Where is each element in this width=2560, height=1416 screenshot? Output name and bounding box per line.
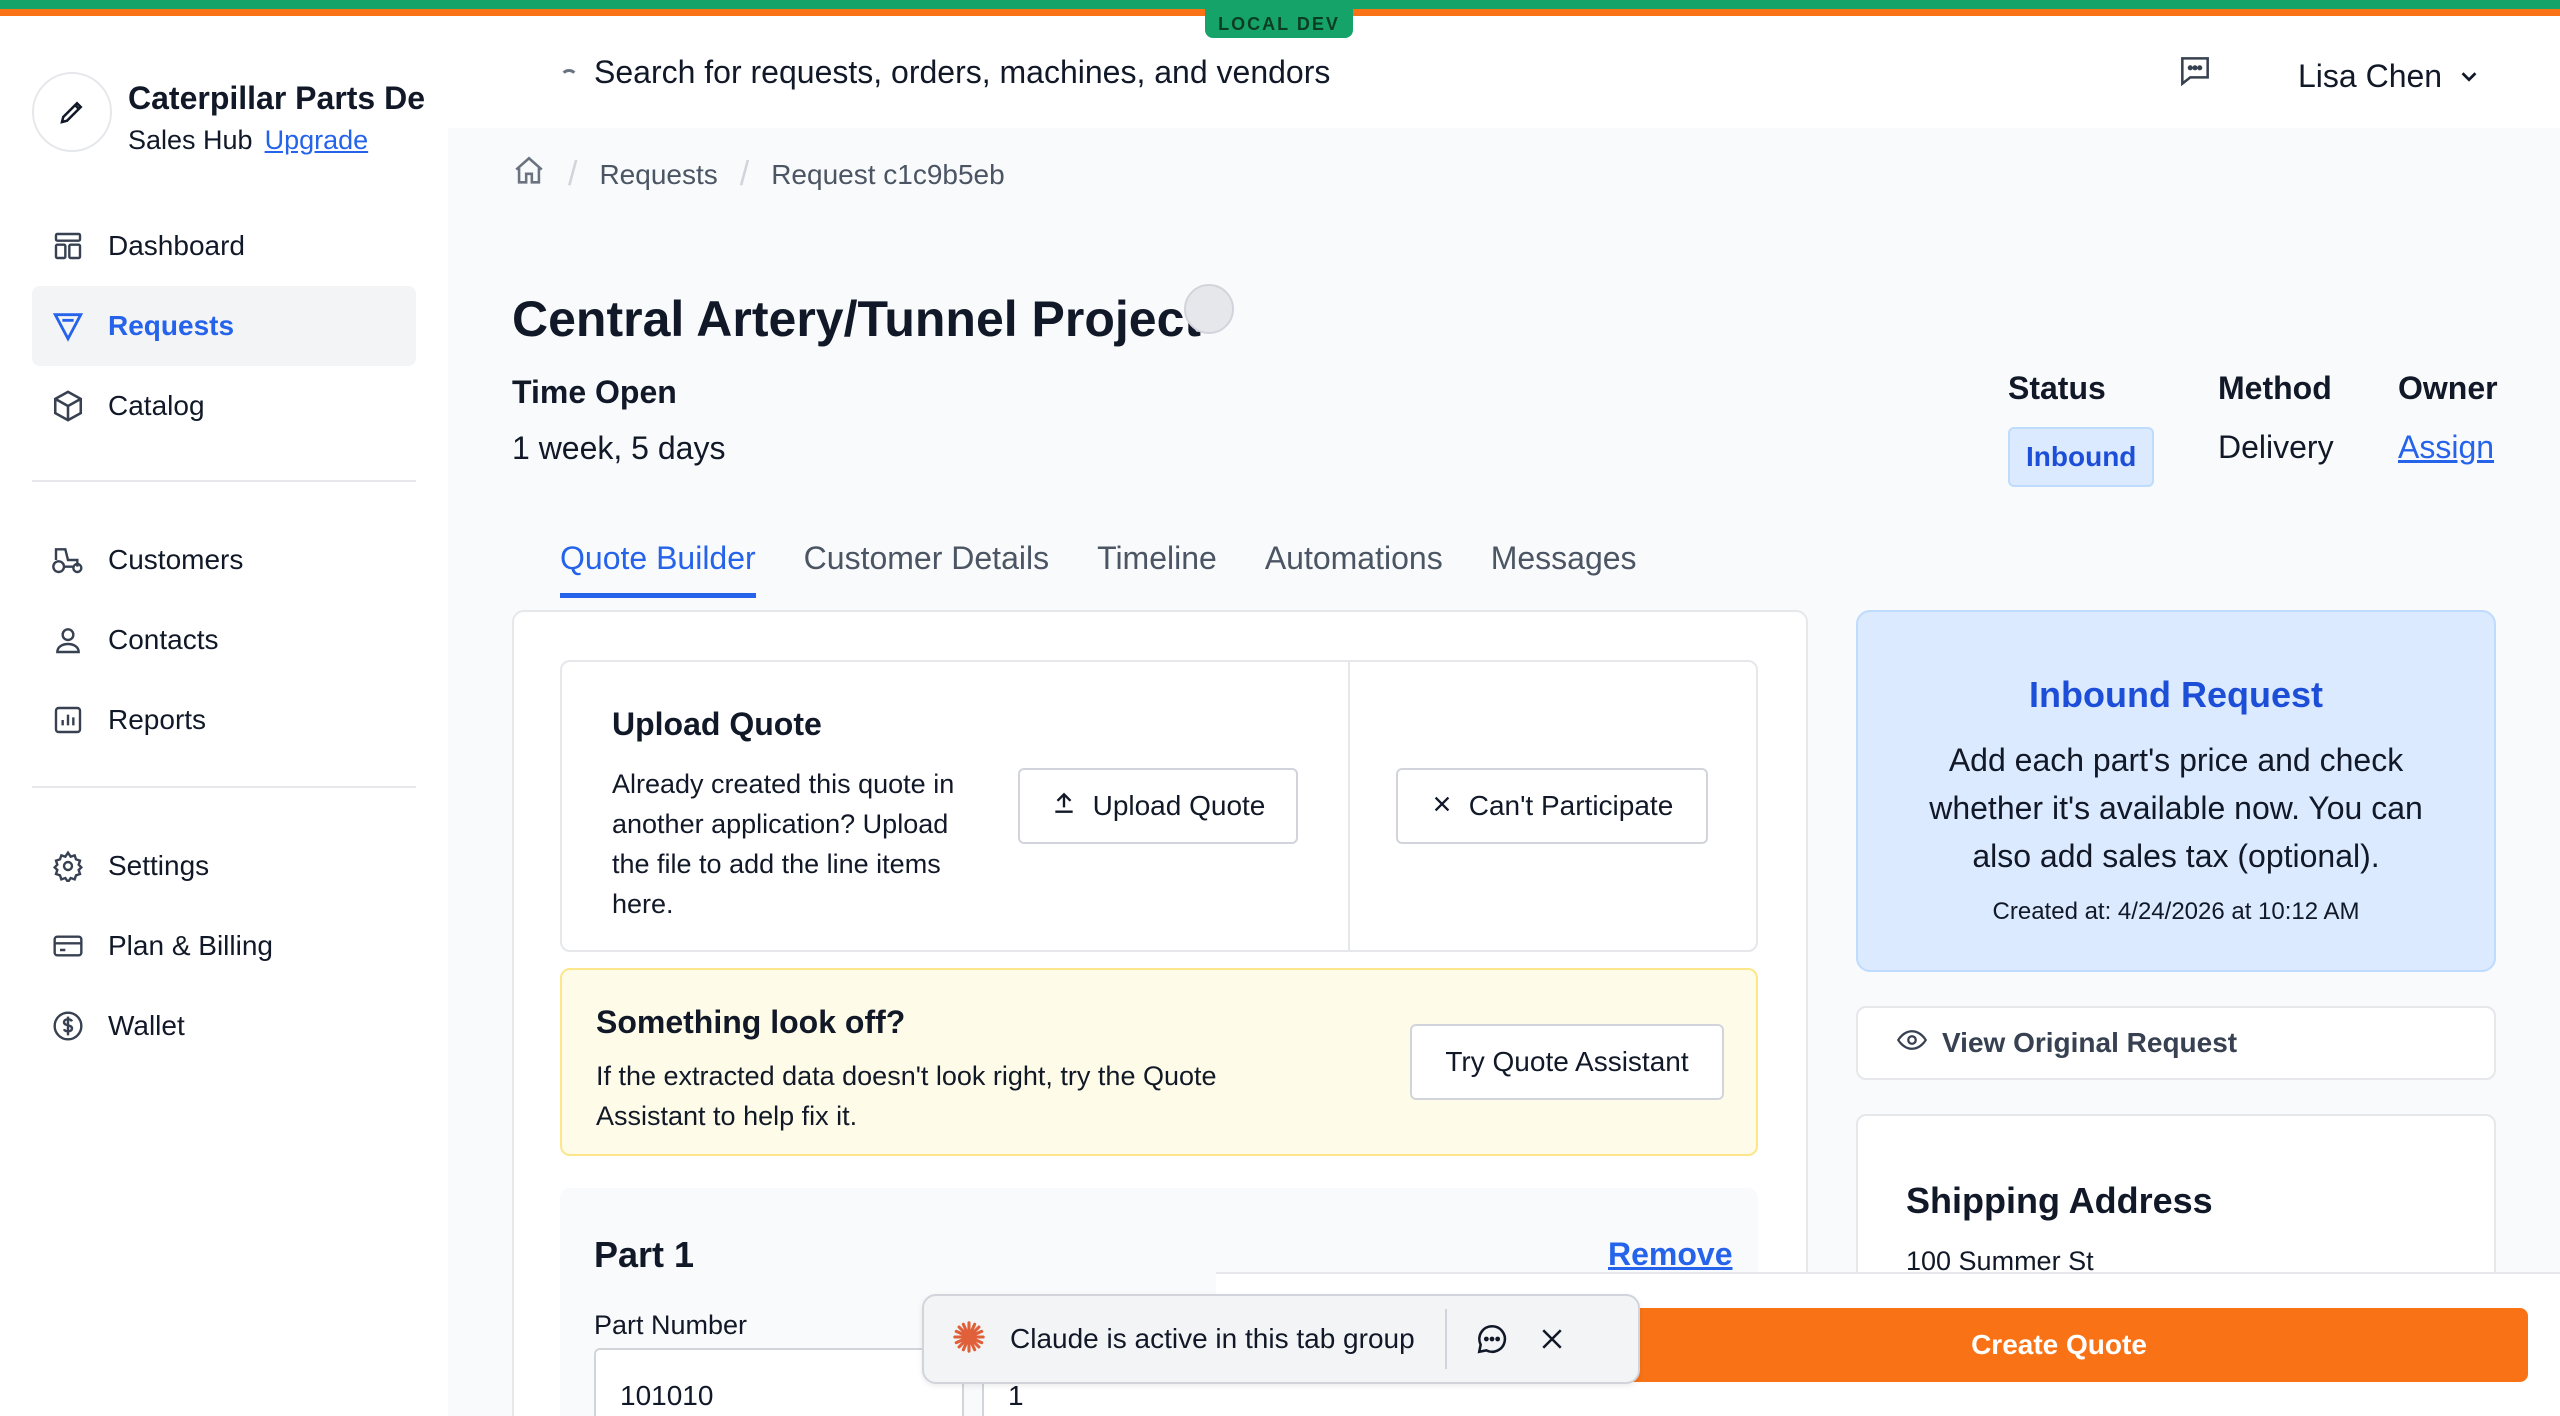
shipping-title: Shipping Address <box>1906 1180 2213 1221</box>
sidebar-item-requests[interactable]: Requests <box>32 286 416 366</box>
remove-part-link[interactable]: Remove <box>1608 1236 1733 1273</box>
breadcrumb-requests[interactable]: Requests <box>599 159 717 191</box>
upload-quote-description: Already created this quote in another ap… <box>612 769 955 919</box>
view-original-request-button[interactable]: View Original Request <box>1856 1006 2496 1080</box>
toast-text: Claude is active in this tab group <box>1010 1323 1415 1354</box>
sidebar-item-customers[interactable]: Customers <box>32 520 416 600</box>
sidebar-item-contacts[interactable]: Contacts <box>32 600 416 680</box>
nav-account: Settings Plan & Billing Wallet <box>32 826 416 1066</box>
part-number-input[interactable]: 101010 <box>594 1348 964 1416</box>
sidebar-item-plan-billing[interactable]: Plan & Billing <box>32 906 416 986</box>
inbound-description: Add each part's price and check whether … <box>1929 742 2423 874</box>
nav-divider <box>32 786 416 788</box>
pencil-icon[interactable] <box>32 72 112 152</box>
tab-messages[interactable]: Messages <box>1491 540 1637 598</box>
part-title: Part 1 <box>594 1234 695 1275</box>
upgrade-link[interactable]: Upgrade <box>265 125 369 155</box>
breadcrumb-current: Request c1c9b5eb <box>771 158 1005 190</box>
claude-logo-icon <box>952 1320 986 1359</box>
nav-primary: Dashboard Requests Catalog <box>32 206 416 446</box>
loading-spinner-icon <box>560 68 578 87</box>
sidebar-item-reports[interactable]: Reports <box>32 680 416 760</box>
dashboard-icon <box>50 228 86 264</box>
tab-quote-builder[interactable]: Quote Builder <box>560 540 756 598</box>
page-title: Central Artery/Tunnel Project <box>512 291 1202 347</box>
search-input[interactable]: Search for requests, orders, machines, a… <box>594 54 1330 91</box>
user-icon <box>50 622 86 658</box>
owner-block: Owner Assign <box>2398 370 2498 466</box>
tab-timeline[interactable]: Timeline <box>1097 540 1217 598</box>
upload-quote-button[interactable]: Upload Quote <box>1018 768 1298 844</box>
assign-owner-link[interactable]: Assign <box>2398 429 2498 466</box>
user-menu[interactable]: Lisa Chen <box>2298 58 2480 95</box>
status-block: Status Inbound <box>2008 370 2155 487</box>
owner-label: Owner <box>2398 370 2498 406</box>
nav-secondary: Customers Contacts Reports <box>32 520 416 760</box>
sidebar-item-settings[interactable]: Settings <box>32 826 416 906</box>
org-switcher[interactable]: Caterpillar Parts De Sales Hub Upgrade <box>32 72 428 156</box>
org-plan: Sales Hub <box>128 125 253 155</box>
breadcrumb: / Requests / Request c1c9b5eb <box>512 154 1005 195</box>
tractor-icon <box>50 542 86 578</box>
credit-card-icon <box>50 928 86 964</box>
home-icon[interactable] <box>512 154 546 195</box>
sidebar-item-label: Catalog <box>108 390 205 421</box>
sidebar-item-label: Plan & Billing <box>108 930 273 961</box>
part-number-label: Part Number <box>594 1310 748 1340</box>
time-open-label: Time Open <box>512 374 677 410</box>
chevron-down-icon <box>2458 58 2480 95</box>
sidebar-item-label: Dashboard <box>108 230 245 261</box>
nav-divider <box>32 480 416 482</box>
sidebar-item-dashboard[interactable]: Dashboard <box>32 206 416 286</box>
org-name: Caterpillar Parts De <box>128 80 426 116</box>
created-at: Created at: 4/24/2026 at 10:12 AM <box>1992 898 2360 925</box>
cant-participate-button[interactable]: Can't Participate <box>1396 768 1708 844</box>
funnel-icon <box>50 308 86 344</box>
box-icon <box>50 388 86 424</box>
gear-icon <box>50 848 86 884</box>
status-badge[interactable]: Inbound <box>2008 427 2155 487</box>
sidebar-item-label: Settings <box>108 850 210 881</box>
method-value: Delivery <box>2218 429 2334 465</box>
upload-quote-title: Upload Quote <box>612 706 822 742</box>
dollar-icon <box>50 1008 86 1044</box>
tab-customer-details[interactable]: Customer Details <box>804 540 1049 598</box>
claude-tab-group-toast: Claude is active in this tab group <box>922 1294 1640 1384</box>
chat-icon[interactable] <box>1475 1322 1509 1356</box>
status-label: Status <box>2008 370 2106 406</box>
method-block: Method Delivery <box>2218 370 2334 466</box>
sidebar-item-label: Contacts <box>108 624 219 655</box>
close-icon[interactable] <box>1537 1324 1567 1354</box>
method-label: Method <box>2218 370 2332 406</box>
status-dot <box>1184 284 1234 334</box>
sidebar-item-wallet[interactable]: Wallet <box>32 986 416 1066</box>
sidebar-item-label: Wallet <box>108 1010 185 1041</box>
sidebar-item-label: Reports <box>108 704 207 735</box>
reports-icon <box>50 702 86 738</box>
try-quote-assistant-button[interactable]: Try Quote Assistant <box>1410 1024 1724 1100</box>
tab-automations[interactable]: Automations <box>1265 540 1443 598</box>
sidebar-item-label: Customers <box>108 544 244 575</box>
close-icon <box>1431 790 1453 822</box>
upload-icon <box>1051 790 1077 823</box>
sidebar-item-catalog[interactable]: Catalog <box>32 366 416 446</box>
time-open-value: 1 week, 5 days <box>512 430 726 466</box>
env-badge: LOCAL DEV <box>1205 8 1353 38</box>
eye-icon <box>1894 1025 1930 1062</box>
inbound-title: Inbound Request <box>2029 674 2323 715</box>
message-icon[interactable] <box>2176 52 2214 95</box>
warning-title: Something look off? <box>596 1004 906 1040</box>
global-search[interactable]: Search for requests, orders, machines, a… <box>560 54 1330 91</box>
request-tabs: Quote Builder Customer Details Timeline … <box>560 540 1685 598</box>
user-name: Lisa Chen <box>2298 58 2443 94</box>
sidebar-item-label: Requests <box>108 310 235 341</box>
create-quote-button[interactable]: Create Quote <box>1590 1308 2528 1382</box>
warning-description: If the extracted data doesn't look right… <box>596 1061 1217 1131</box>
inbound-request-card: Inbound Request Add each part's price an… <box>1856 610 2496 972</box>
